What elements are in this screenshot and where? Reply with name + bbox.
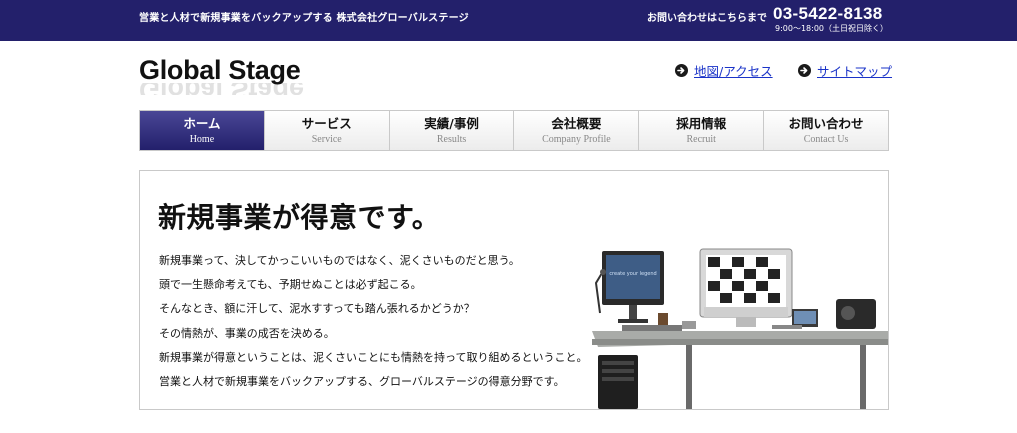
contact-lead: お問い合わせはこちらまで (647, 13, 767, 24)
arrow-circle-icon (675, 64, 688, 77)
top-bar: 営業と人材で新規事業をバックアップする 株式会社グローバルステージ お問い合わせ… (0, 0, 1017, 41)
nav-item-results[interactable]: 実績/事例 Results (390, 111, 515, 150)
nav-label-jp: 採用情報 (676, 116, 727, 131)
logo-reflection: Global Stage (139, 83, 329, 95)
hero-line: 新規事業って、決してかっこいいものではなく、泥くさいものだと思う。 (159, 254, 520, 267)
nav-label-en: Recruit (686, 134, 716, 145)
map-access-link[interactable]: 地図/アクセス (675, 61, 773, 80)
global-nav: ホーム Home サービス Service 実績/事例 Results 会社概要… (139, 110, 889, 151)
hero-line: 新規事業が得意ということは、泥くさいことにも情熱を持って取り組めるということ。 (159, 350, 588, 364)
hero-line: その情熱が、事業の成否を決める。 (159, 326, 335, 340)
nav-label-en: Service (311, 134, 342, 145)
nav-item-service[interactable]: サービス Service (265, 111, 390, 150)
nav-label-jp: 会社概要 (551, 116, 602, 131)
nav-item-contact[interactable]: お問い合わせ Contact Us (764, 111, 888, 150)
tagline: 営業と人材で新規事業をバックアップする 株式会社グローバルステージ (139, 13, 469, 24)
nav-label-jp: ホーム (183, 116, 221, 131)
screen-text: create your legend (609, 271, 656, 277)
hero-line: そんなとき、額に汗して、泥水すすっても踏ん張れるかどうか？ (159, 302, 475, 316)
nav-label-en: Company Profile (542, 134, 611, 145)
nav-label-en: Results (436, 134, 467, 145)
nav-item-recruit[interactable]: 採用情報 Recruit (639, 111, 765, 150)
nav-label-jp: お問い合わせ (788, 116, 864, 131)
nav-label-en: Contact Us (803, 134, 849, 145)
office-desk-photo: create your legend (592, 248, 888, 409)
hero-line: 頭で一生懸命考えても、予期せぬことは必ず起こる。 (159, 278, 422, 292)
hero-message: 新規事業って、決してかっこいいものではなく、泥くさいものだと思う。 頭で一生懸命… (159, 249, 587, 394)
hero-line: 営業と人材で新規事業をバックアップする、グローバルステージの得意分野です。 (159, 375, 565, 389)
map-access-label: 地図/アクセス (694, 64, 773, 79)
nav-label-jp: サービス (301, 116, 352, 131)
business-hours: 9:00〜18:00（土日祝日除く） (775, 24, 889, 33)
site-logo[interactable]: Global Stage (139, 55, 301, 86)
nav-item-company-profile[interactable]: 会社概要 Company Profile (514, 111, 640, 150)
phone-number: 03-5422-8138 (773, 4, 883, 23)
sitemap-label: サイトマップ (817, 64, 893, 79)
nav-item-home[interactable]: ホーム Home (140, 111, 265, 150)
nav-label-en: Home (189, 134, 215, 145)
nav-label-jp: 実績/事例 (424, 116, 479, 131)
logo-reflection-text: Global Stage (139, 83, 329, 95)
arrow-circle-icon (798, 64, 811, 77)
top-bar-inner: 営業と人材で新規事業をバックアップする 株式会社グローバルステージ お問い合わせ… (115, 0, 912, 41)
hero-title: 新規事業が得意です。 (158, 201, 441, 234)
sitemap-link[interactable]: サイトマップ (798, 61, 892, 80)
hero-panel: 新規事業が得意です。 新規事業って、決してかっこいいものではなく、泥くさいものだ… (139, 170, 889, 410)
